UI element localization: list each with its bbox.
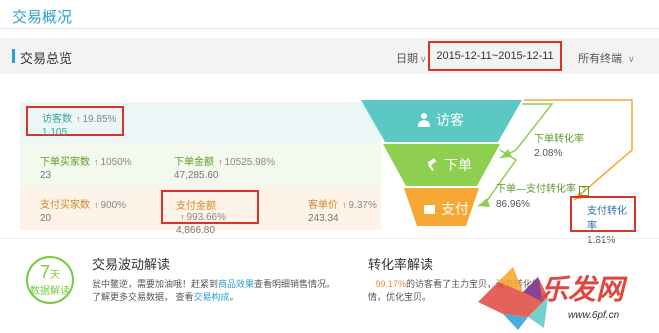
order-buyers-value: 23: [40, 170, 52, 181]
date-label: 日期: [396, 53, 418, 65]
terminal-label: 所有终端: [578, 53, 622, 65]
section-title: 交易总览: [20, 51, 73, 66]
conversion-pct: 99.17%: [375, 279, 407, 289]
order-amount-label: 下单金额: [174, 157, 214, 168]
order-rate-arrow-icon: [500, 149, 512, 158]
funnel-visit-label: 访客: [418, 110, 464, 130]
page-title: 交易概况: [12, 9, 73, 26]
up-arrow-icon: ↑: [342, 200, 347, 210]
visitor-label: 访客数: [42, 114, 72, 125]
user-icon: [418, 113, 430, 127]
pay-buyers-change: 900%: [100, 200, 127, 211]
order-amount-value: 47,285.60: [174, 170, 219, 181]
funnel-order-label: 下单: [426, 155, 472, 175]
watermark-url: www.6pf.cn: [568, 310, 620, 321]
visitor-row: 访客数 ↑ 19.85% 1,105: [20, 102, 381, 146]
wave-analysis: 交易波动解读 瓮中鳖逆，需要加油哦！赶紧到商品效果查看明细销售情况。 了解更多交…: [92, 254, 335, 304]
order-buyers-change: 1050%: [100, 157, 132, 168]
terminal-select[interactable]: 所有终端 ∨: [578, 50, 635, 66]
order-buyers-label: 下单买家数: [40, 157, 90, 168]
visitor-metric[interactable]: 访客数 ↑ 19.85% 1,105: [26, 106, 124, 138]
up-arrow-icon: ↑: [218, 157, 223, 167]
unit-price-change: 9.37%: [348, 200, 377, 211]
wallet-icon: [424, 204, 435, 214]
order-amount-change: 10525.98%: [224, 157, 276, 168]
funnel-pay-label: 支付: [424, 199, 469, 219]
pay-row: 支付买家数 ↑ 900% 20 支付金额↑ 993.66% 4,866.80 客单价 ↑…: [20, 186, 381, 236]
order-buyers-metric[interactable]: 下单买家数 ↑ 1050% 23: [40, 153, 132, 181]
visitor-value: 1,105: [42, 127, 68, 138]
badge-text: 数据解读: [30, 286, 70, 297]
pay-rate-label: 支付转化率: [587, 206, 627, 232]
pay-rate-value: 1.81%: [587, 235, 616, 246]
pay-amount-metric[interactable]: 支付金额↑ 993.66% 4,866.80: [161, 190, 259, 236]
chevron-down-icon: ∨: [628, 54, 635, 64]
funnel-pay-text: 支付: [441, 201, 469, 217]
order-pay-arrow-icon: [478, 198, 490, 207]
date-selector[interactable]: 日期 ∨: [396, 50, 427, 66]
pay-buyers-metric[interactable]: 支付买家数 ↑ 900% 20: [40, 196, 126, 224]
pay-amount-change: 993.66%: [186, 212, 226, 223]
order-pay-rate-label: 下单—支付转化率 ?: [496, 180, 589, 196]
pay-buyers-value: 20: [40, 213, 52, 224]
wave-title: 交易波动解读: [92, 257, 171, 272]
order-rate-label: 下单转化率: [534, 134, 584, 145]
section-accent-bar: [12, 49, 15, 63]
funnel-visit-text: 访客: [436, 112, 464, 128]
gavel-icon: [426, 158, 438, 171]
up-arrow-icon: ↑: [180, 212, 185, 222]
pay-buyers-label: 支付买家数: [40, 200, 90, 211]
unit-price-metric[interactable]: 客单价 ↑ 9.37% 243.34: [308, 196, 377, 224]
trade-composition-link[interactable]: 交易构成: [194, 292, 230, 302]
up-arrow-icon: ↑: [94, 157, 99, 167]
up-arrow-icon: ↑: [76, 114, 81, 124]
seven-day-badge[interactable]: 7天 数据解读: [26, 256, 74, 304]
badge-unit: 天: [50, 270, 60, 281]
goods-effect-link[interactable]: 商品效果: [218, 279, 254, 289]
divider: [0, 238, 659, 239]
toolbar: 交易总览 日期 ∨ 2015-12-11~2015-12-11 所有终端 ∨: [0, 38, 659, 74]
visitor-change: 19.85%: [82, 114, 117, 125]
divider: [0, 28, 659, 29]
funnel-order-text: 下单: [444, 157, 472, 173]
pay-amount-value: 4,866.80: [176, 225, 215, 236]
order-row: 下单买家数 ↑ 1050% 23 下单金额 ↑ 10525.98% 47,285.60: [20, 143, 381, 187]
watermark-text: 乐发网: [540, 273, 625, 306]
order-amount-metric[interactable]: 下单金额 ↑ 10525.98% 47,285.60: [174, 153, 275, 181]
date-range-field[interactable]: 2015-12-11~2015-12-11: [428, 41, 562, 71]
unit-price-label: 客单价: [308, 200, 338, 211]
help-icon[interactable]: ?: [578, 186, 589, 196]
wave-text: 瓮中鳖逆，需要加油哦！赶紧到商品效果查看明细销售情况。 了解更多交易数据， 查看…: [92, 279, 336, 302]
unit-price-value: 243.34: [308, 213, 339, 224]
order-rate: 下单转化率 2.08%: [534, 130, 584, 159]
order-rate-value: 2.08%: [534, 148, 563, 159]
pay-rate[interactable]: 支付转化率 1.81%: [570, 196, 636, 246]
up-arrow-icon: ↑: [94, 200, 99, 210]
chevron-down-icon: ∨: [420, 54, 427, 64]
badge-number: 7: [39, 262, 50, 282]
pay-amount-label: 支付金额: [176, 201, 216, 212]
